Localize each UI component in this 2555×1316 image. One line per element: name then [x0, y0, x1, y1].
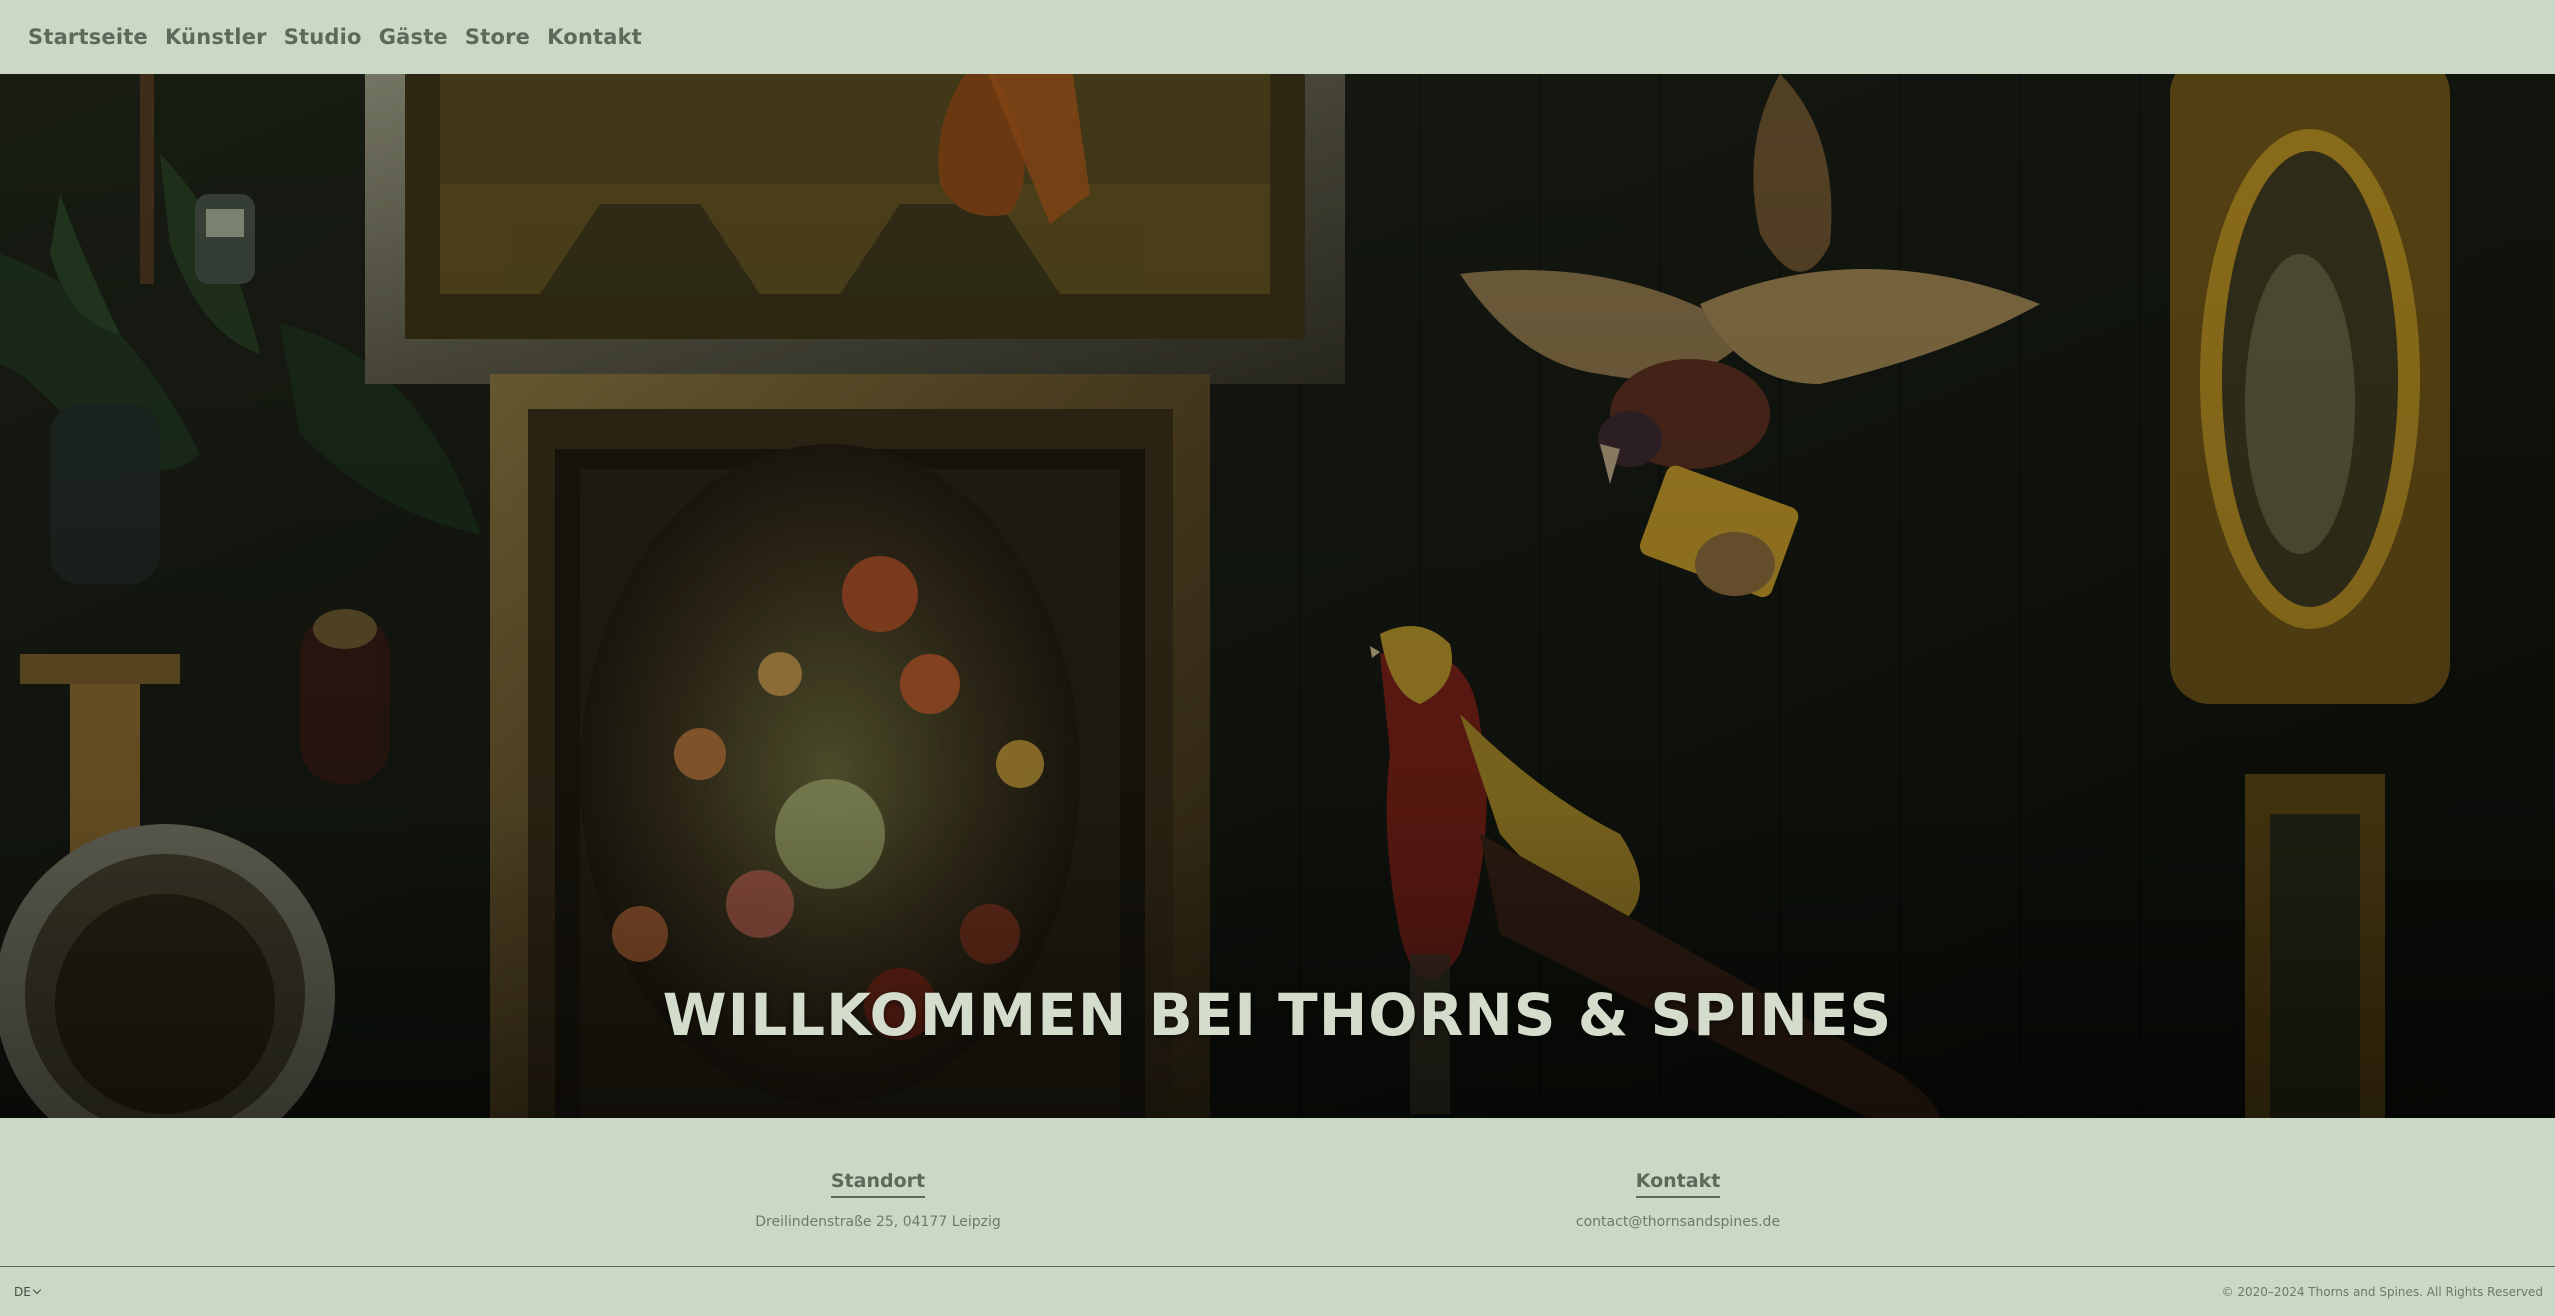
footer-standort-column: Standort Dreilindenstraße 25, 04177 Leip… — [628, 1170, 1128, 1230]
nav-item-store[interactable]: Store — [465, 25, 530, 49]
language-label: DE — [14, 1284, 31, 1299]
main-nav: Startseite Künstler Studio Gäste Store K… — [28, 25, 642, 49]
chevron-down-icon — [32, 1285, 42, 1295]
site-footer: Standort Dreilindenstraße 25, 04177 Leip… — [0, 1118, 2555, 1267]
site-header: Startseite Künstler Studio Gäste Store K… — [0, 0, 2555, 74]
nav-item-studio[interactable]: Studio — [284, 25, 362, 49]
hero-title: WILLKOMMEN BEI THORNS & SPINES — [662, 980, 1893, 1049]
copyright-text: © 2020–2024 Thorns and Spines. All Right… — [2221, 1284, 2543, 1299]
footer-standort-heading: Standort — [830, 1170, 926, 1198]
footer-kontakt-column: Kontakt contact@thornsandspines.de — [1428, 1170, 1928, 1230]
nav-item-kontakt[interactable]: Kontakt — [547, 25, 642, 49]
bottom-bar: DE © 2020–2024 Thorns and Spines. All Ri… — [0, 1266, 2555, 1316]
nav-item-kuenstler[interactable]: Künstler — [165, 25, 267, 49]
hero-background-image — [0, 74, 2555, 1118]
hero-section: WILLKOMMEN BEI THORNS & SPINES — [0, 74, 2555, 1118]
footer-email-wrapper: contact@thornsandspines.de — [1428, 1214, 1928, 1230]
footer-kontakt-heading: Kontakt — [1635, 1170, 1721, 1198]
nav-item-gaeste[interactable]: Gäste — [379, 25, 448, 49]
nav-item-startseite[interactable]: Startseite — [28, 25, 148, 49]
footer-email-link[interactable]: contact@thornsandspines.de — [1576, 1214, 1780, 1230]
footer-address: Dreilindenstraße 25, 04177 Leipzig — [755, 1214, 1001, 1230]
language-selector[interactable]: DE — [14, 1284, 42, 1299]
